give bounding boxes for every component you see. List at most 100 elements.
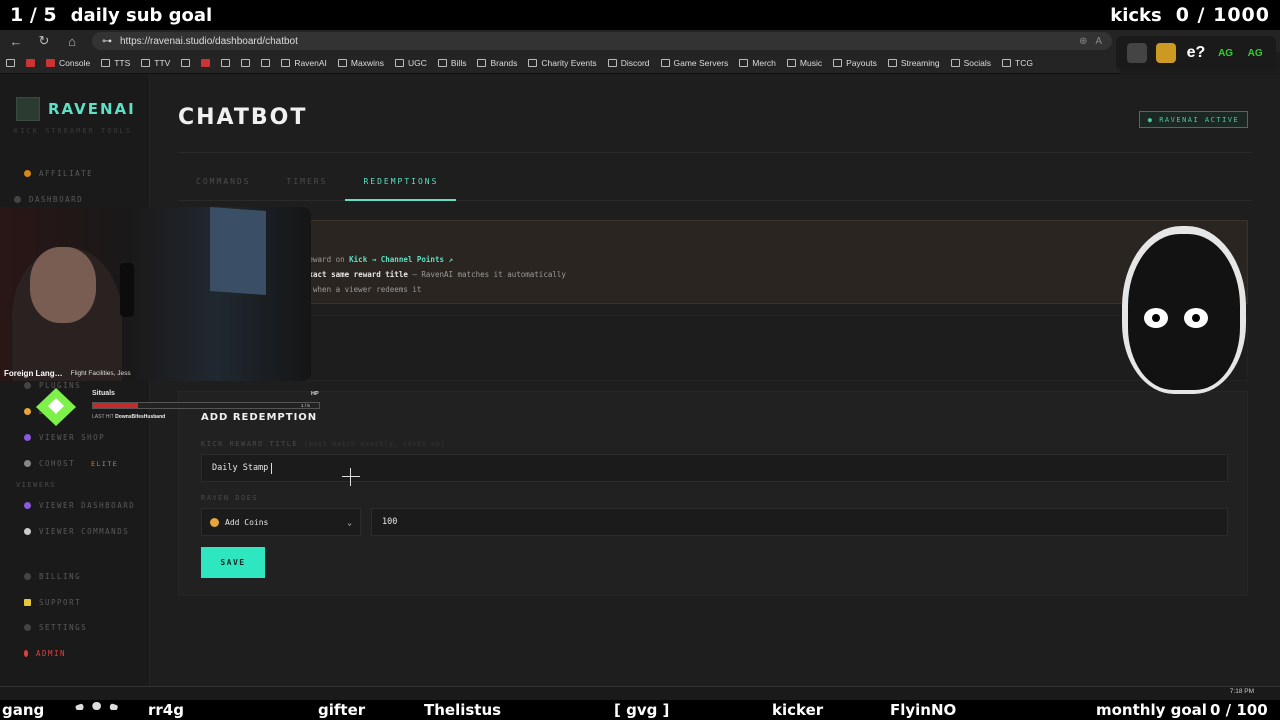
gear-icon — [24, 624, 31, 631]
hp-bar — [92, 402, 320, 409]
sidebar-section-viewers: VIEWERS — [16, 481, 57, 489]
extension-icon[interactable]: AG — [1245, 43, 1265, 63]
ttv-icon — [141, 58, 151, 67]
tab-timers[interactable]: TIMERS — [269, 177, 346, 201]
tts-icon — [101, 58, 111, 67]
sidebar-item-admin[interactable]: ADMIN — [24, 649, 66, 658]
kick-channel-points-link[interactable]: Kick → Channel Points ↗ — [349, 255, 453, 264]
instruction-line-1: reward on Kick → Channel Points ↗ — [304, 255, 454, 264]
bookmark-folder-charity[interactable]: Charity Events — [528, 58, 597, 68]
bookmark-console[interactable]: Console — [46, 58, 90, 68]
sidebar-item-affiliate[interactable]: AFFILIATE — [24, 169, 93, 178]
sidebar-item-viewer-shop[interactable]: VIEWER SHOP — [24, 433, 105, 442]
extension-icon[interactable] — [1156, 43, 1177, 63]
url-text[interactable]: https://ravenai.studio/dashboard/chatbot — [120, 36, 298, 47]
bookmark-ravenai[interactable]: RavenAI — [281, 58, 327, 68]
tab-redemptions[interactable]: REDEMPTIONS — [345, 177, 457, 201]
sub-goal-label: daily sub goal — [70, 4, 213, 26]
sidebar-item-viewer-dashboard[interactable]: VIEWER DASHBOARD — [24, 501, 135, 510]
bookmark-folder-music[interactable]: Music — [786, 58, 822, 68]
folder-icon — [887, 58, 897, 67]
extension-icon[interactable]: AG — [1216, 43, 1236, 63]
bookmark-ttv[interactable]: TTV — [141, 58, 170, 68]
lightning-icon — [24, 650, 28, 657]
bookmark-ez[interactable] — [181, 58, 191, 67]
tab-commands[interactable]: COMMANDS — [178, 177, 269, 201]
song-artist: Flight Facilities, Jess — [70, 370, 131, 377]
sidebar-item-billing[interactable]: BILLING — [24, 572, 81, 581]
address-bar[interactable]: ⊶ https://ravenai.studio/dashboard/chatb… — [92, 32, 1112, 50]
bookmarks-menu-icon[interactable] — [6, 58, 15, 67]
translate-icon[interactable]: A — [1095, 36, 1102, 47]
bookmark-folder-ugc[interactable]: UGC — [394, 58, 427, 68]
streamer-head — [30, 247, 96, 323]
bottom-text: Thelistus — [424, 701, 502, 719]
os-taskbar: 7:18 PM — [0, 686, 1280, 700]
extension-icon[interactable] — [1126, 43, 1147, 63]
reload-icon[interactable]: ↻ — [36, 33, 52, 49]
screen: 1 / 5 daily sub goal kicks 0 / 1000 ← ↻ … — [0, 0, 1280, 720]
bookmark-tts[interactable]: TTS — [101, 58, 130, 68]
folder-icon — [739, 58, 749, 67]
sidebar-item-support[interactable]: SUPPORT — [24, 598, 81, 607]
bookmark-folder-merch[interactable]: Merch — [739, 58, 776, 68]
brand[interactable]: RAVENAI — [16, 97, 136, 121]
bookmark-h[interactable] — [201, 58, 211, 67]
amount-input[interactable]: 100 — [371, 508, 1228, 536]
status-badge: ● RAVENAI ACTIVE — [1139, 111, 1248, 128]
folder-icon — [394, 58, 404, 67]
bookmark-folder-tcg[interactable]: TCG — [1002, 58, 1033, 68]
bookmark-folder-discord[interactable]: Discord — [607, 58, 650, 68]
back-icon[interactable]: ← — [8, 34, 24, 49]
bookmark-folder-brands[interactable]: Brands — [477, 58, 517, 68]
folder-icon — [437, 58, 447, 67]
bottom-text: FlyinNO — [890, 701, 957, 719]
home-icon[interactable]: ⌂ — [64, 34, 80, 49]
bookmark-gmail[interactable] — [26, 58, 35, 67]
hp-player-name: Situals — [92, 390, 115, 397]
save-button[interactable]: SAVE — [201, 547, 265, 578]
webcam-overlay: Foreign Lang… Flight Facilities, Jess — [0, 207, 311, 381]
sidebar-item-dashboard[interactable]: DASHBOARD — [14, 195, 83, 204]
bookmark-folder-socials[interactable]: Socials — [950, 58, 991, 68]
sub-goal: 1 / 5 daily sub goal — [10, 4, 212, 26]
circle-icon — [241, 58, 251, 67]
bookmark-folder-game-servers[interactable]: Game Servers — [660, 58, 728, 68]
raven-does-label: RAVEN DOES — [201, 494, 259, 502]
zoom-icon[interactable]: ⊕ — [1079, 36, 1087, 47]
kicks-goal: kicks 0 / 1000 — [1110, 4, 1270, 26]
bottom-text: gang — [2, 701, 45, 719]
bookmark-folder-streaming[interactable]: Streaming — [887, 58, 940, 68]
extension-icon[interactable]: e? — [1186, 43, 1206, 63]
sidebar-item-cohost[interactable]: COHOST ELITE — [24, 459, 118, 468]
bookmark-circle[interactable] — [241, 58, 251, 67]
monitor-in-video — [210, 207, 266, 295]
site-info-icon[interactable]: ⊶ — [102, 36, 112, 47]
action-select[interactable]: Add Coins ⌄ — [201, 508, 361, 536]
ravenai-icon — [281, 58, 291, 67]
bookmark-folder-payouts[interactable]: Payouts — [833, 58, 877, 68]
folder-icon — [660, 58, 670, 67]
overlay-bottom-bar: gang rr4g gifter Thelistus [ gvg ] kicke… — [0, 700, 1280, 720]
crosshair-cursor-icon — [342, 468, 360, 486]
sidebar-item-settings[interactable]: SETTINGS — [24, 623, 87, 632]
bookmark-r[interactable] — [261, 58, 271, 67]
main-content: CHATBOT ● RAVENAI ACTIVE COMMANDS TIMERS… — [151, 75, 1280, 686]
bookmarks-bar: Console TTS TTV RavenAI Maxwins UGC Bill… — [0, 52, 1120, 74]
bookmark-maxwins[interactable]: Maxwins — [337, 58, 384, 68]
redemptions-list — [178, 315, 1248, 381]
bottom-text: gifter — [318, 701, 366, 719]
shop-icon — [24, 434, 31, 441]
dashboard-icon — [14, 196, 21, 203]
tab-bar: COMMANDS TIMERS REDEMPTIONS — [178, 177, 1253, 201]
hp-widget: Situals HP 1 / 5 LAST HIT DownsBifesHusb… — [30, 386, 320, 426]
console-icon — [46, 58, 55, 67]
bookmark-eye[interactable] — [221, 58, 231, 67]
folder-icon — [950, 58, 960, 67]
chat-icon — [24, 528, 31, 535]
avatar-right-eye — [1184, 308, 1208, 328]
address-actions: ⊕ A — [1079, 36, 1102, 47]
sidebar-item-viewer-commands[interactable]: VIEWER COMMANDS — [24, 527, 129, 536]
bookmark-folder-bills[interactable]: Bills — [437, 58, 466, 68]
extensions-panel: e? AG AG — [1116, 36, 1276, 70]
